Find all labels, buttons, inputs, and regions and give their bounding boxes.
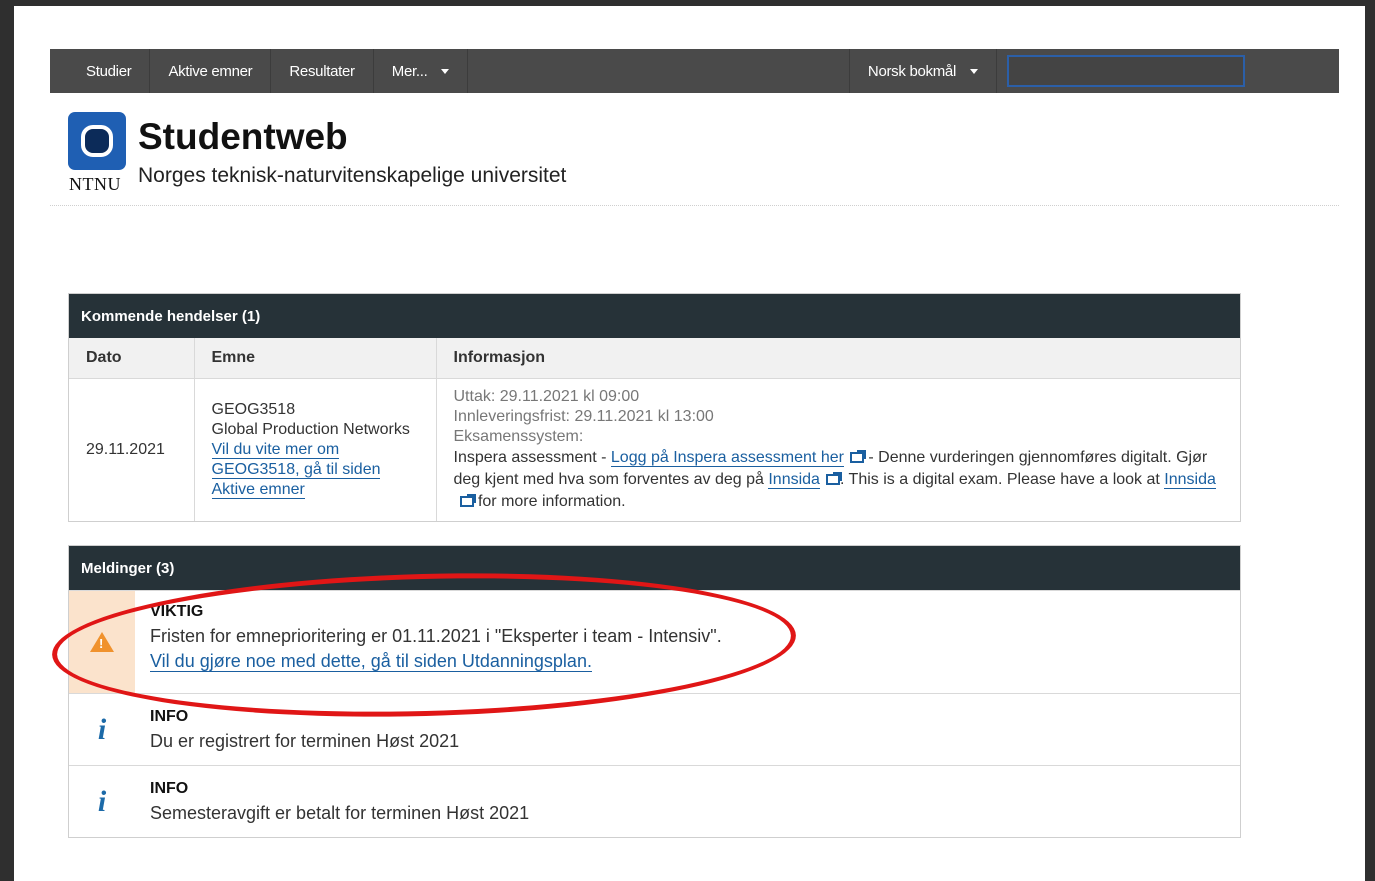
info-icon: i (97, 712, 107, 746)
column-header-emne: Emne (194, 338, 437, 379)
page: Studier Aktive emner Resultater Mer... N… (14, 6, 1365, 881)
header-divider (50, 205, 1339, 206)
message-text: Du er registrert for terminen Høst 2021 (150, 731, 460, 751)
nav-item-mer[interactable]: Mer... (374, 49, 469, 93)
chevron-down-icon (441, 68, 450, 74)
external-link-icon (849, 449, 866, 463)
info-mid2: . This is a digital exam. Please have a … (839, 470, 1165, 488)
frist-text: Innleveringsfrist: 29.11.2021 kl 13:00 (453, 407, 714, 425)
info-icon: i (97, 784, 107, 818)
messages-heading: Meldinger (3) (69, 546, 1240, 590)
events-heading: Kommende hendelser (1) (69, 294, 1240, 338)
system-label: Eksamenssystem: (453, 427, 584, 445)
event-date: 29.11.2021 (69, 378, 195, 521)
message-icon-cell: ! (69, 591, 135, 693)
message-body: VIKTIG Fristen for emneprioritering er 0… (135, 591, 737, 693)
message-title: INFO (150, 708, 189, 725)
nav-item-resultater[interactable]: Resultater (271, 49, 374, 93)
nav-item-studier[interactable]: Studier (50, 49, 151, 93)
message-item-info: i INFO Semesteravgift er betalt for term… (69, 765, 1240, 837)
external-link-icon (825, 471, 842, 485)
nav-item-mer-label: Mer... (391, 62, 428, 80)
chevron-down-icon (970, 68, 978, 74)
event-course: GEOG3518 Global Production Networks Vil … (194, 378, 437, 521)
message-title: VIKTIG (150, 603, 204, 620)
message-item-warning: ! VIKTIG Fristen for emneprioritering er… (69, 590, 1240, 693)
info-end: for more information. (473, 492, 626, 510)
top-navigation: Studier Aktive emner Resultater Mer... N… (50, 49, 1339, 93)
messages-panel: Meldinger (3) ! VIKTIG Fristen for emnep… (68, 545, 1241, 838)
external-link-icon (459, 493, 476, 507)
message-text: Fristen for emneprioritering er 01.11.20… (150, 626, 722, 646)
message-title: INFO (150, 780, 189, 797)
events-panel: Kommende hendelser (1) Dato Emne Informa… (68, 293, 1241, 522)
message-body: INFO Semesteravgift er betalt for termin… (135, 766, 544, 837)
message-text: Semesteravgift er betalt for terminen Hø… (150, 803, 530, 823)
message-icon-cell: i (69, 766, 135, 837)
logo-mark (81, 125, 113, 157)
info-prefix: Inspera assessment - (453, 448, 611, 466)
inspera-link[interactable]: Logg på Inspera assessment her (610, 448, 844, 467)
course-link[interactable]: Vil du vite mer om GEOG3518, gå til side… (211, 440, 381, 499)
page-subtitle: Norges teknisk-naturvitenskapelige unive… (138, 164, 567, 187)
event-info: Uttak: 29.11.2021 kl 09:00 Innleveringsf… (436, 378, 1240, 521)
column-header-informasjon: Informasjon (436, 338, 1240, 379)
events-table: Dato Emne Informasjon 29.11.2021 GEOG351… (69, 338, 1240, 521)
course-code: GEOG3518 (211, 400, 296, 418)
utdanningsplan-link[interactable]: Vil du gjøre noe med dette, gå til siden… (150, 651, 592, 672)
info-text: Inspera assessment - Logg på Inspera ass… (454, 447, 1224, 513)
course-name: Global Production Networks (211, 420, 410, 438)
uttak-text: Uttak: 29.11.2021 kl 09:00 (453, 387, 640, 405)
message-body: INFO Du er registrert for terminen Høst … (135, 694, 474, 765)
language-select[interactable]: Norsk bokmål (848, 49, 997, 93)
message-icon-cell: i (69, 694, 135, 765)
innsida-link-2[interactable]: Innsida (1164, 470, 1216, 489)
page-title: Studentweb (138, 116, 348, 157)
warning-icon: ! (90, 632, 114, 652)
column-header-dato: Dato (69, 338, 195, 379)
language-label: Norsk bokmål (867, 62, 956, 80)
innsida-link[interactable]: Innsida (768, 470, 820, 489)
nav-item-aktive-emner[interactable]: Aktive emner (150, 49, 272, 93)
table-row: 29.11.2021 GEOG3518 Global Production Ne… (69, 378, 1240, 521)
search-input[interactable] (1007, 55, 1245, 87)
ntnu-logo[interactable] (68, 112, 126, 170)
logo-text: NTNU (69, 174, 121, 194)
message-item-info: i INFO Du er registrert for terminen Høs… (69, 693, 1240, 765)
